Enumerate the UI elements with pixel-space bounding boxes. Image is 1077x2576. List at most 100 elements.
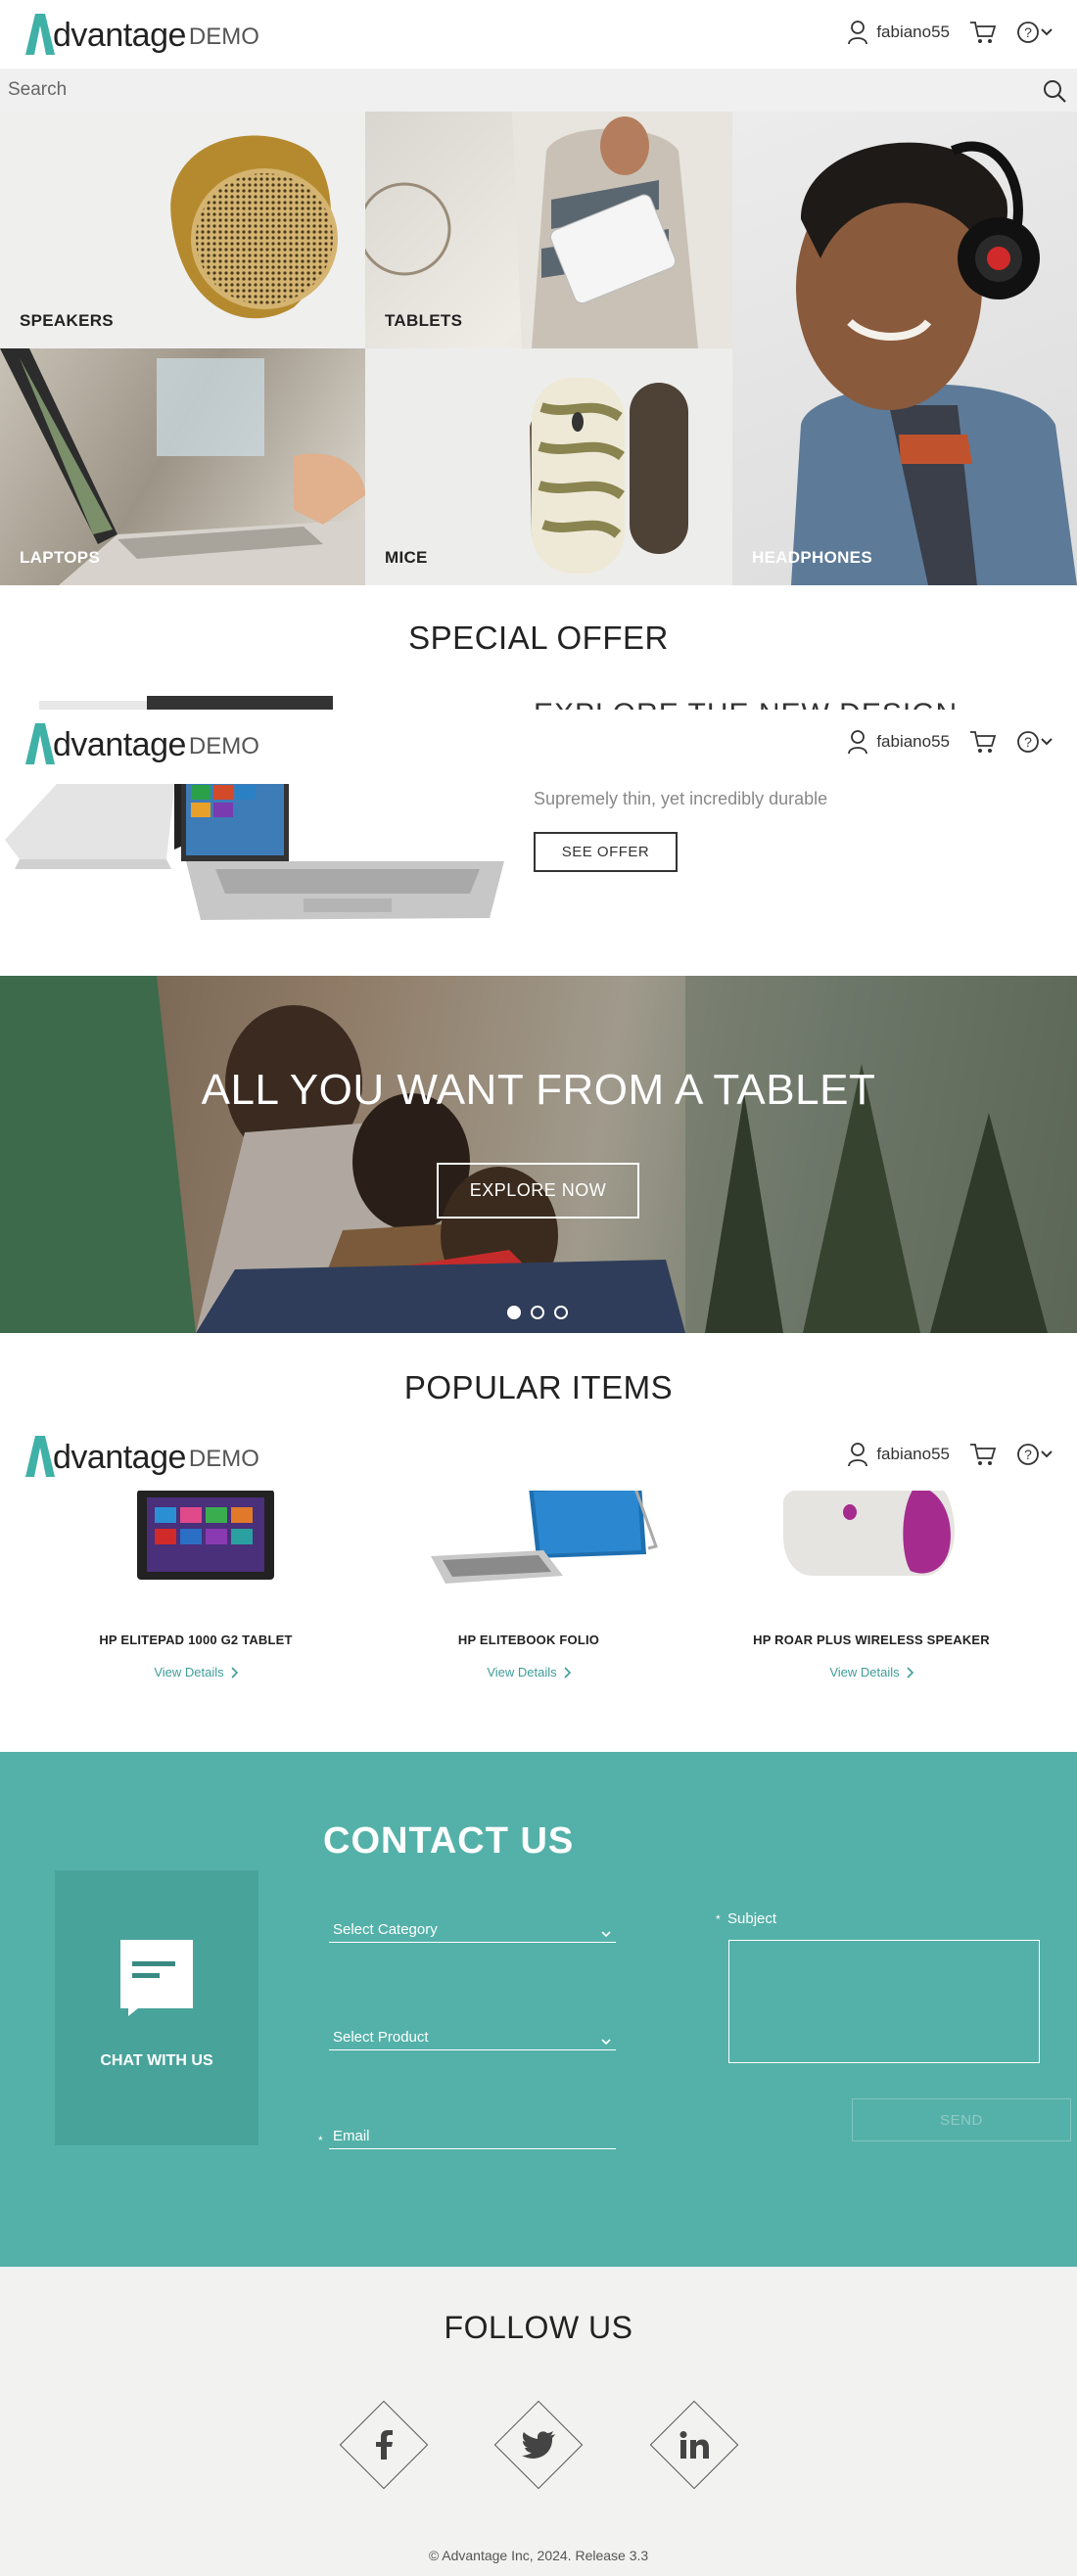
offer-subtitle: Supremely thin, yet incredibly durable (534, 789, 828, 808)
carousel-dot-3[interactable] (554, 1306, 568, 1319)
special-offer-title: SPECIAL OFFER (408, 620, 669, 656)
headphones-image (791, 141, 1077, 585)
subject-textarea[interactable] (728, 1940, 1040, 2063)
header-actions: fabiano55 ? (847, 1442, 1054, 1467)
select-product-label: Select Product (333, 2029, 429, 2046)
chat-label: CHAT WITH US (100, 2052, 213, 2069)
category-mice[interactable]: MICE (365, 348, 732, 585)
site-header: dvantage DEMO fabiano55 ? (0, 0, 1077, 69)
required-marker: * (716, 1912, 721, 1926)
carousel-dot-2[interactable] (531, 1306, 544, 1319)
search-icon[interactable] (1042, 78, 1067, 104)
select-product-dropdown[interactable]: Select Product (329, 2021, 616, 2050)
logo-mark-icon (25, 1436, 55, 1477)
view-details-label: View Details (154, 1665, 224, 1679)
category-headphones[interactable]: HEADPHONES (732, 112, 1077, 585)
twitter-icon (522, 2431, 555, 2459)
username: fabiano55 (876, 23, 950, 41)
twitter-link[interactable] (493, 2400, 584, 2490)
chevron-down-icon (1041, 738, 1053, 746)
svg-text:?: ? (1024, 24, 1032, 40)
follow-title: FOLLOW US (444, 2310, 633, 2345)
username: fabiano55 (876, 732, 950, 751)
user-menu[interactable]: fabiano55 (847, 20, 950, 45)
page: dvantage DEMO fabiano55 ? Search SPEAKER… (0, 0, 1077, 2576)
chevron-right-icon (907, 1666, 913, 1679)
tablet-product-image (39, 1478, 352, 1586)
view-details-link[interactable]: View Details (154, 1665, 238, 1679)
category-label: HEADPHONES (752, 548, 872, 567)
cart-icon[interactable] (969, 1442, 997, 1467)
follow-section: FOLLOW US © Advantage Inc, 2024. Release… (0, 2267, 1077, 2576)
cart-icon[interactable] (969, 20, 997, 45)
popular-items-title: POPULAR ITEMS (403, 1369, 674, 1405)
required-marker: * (318, 2134, 323, 2147)
chevron-down-icon (601, 2039, 611, 2046)
svg-text:?: ? (1024, 1447, 1032, 1462)
see-offer-button[interactable]: SEE OFFER (534, 832, 678, 872)
speaker-product-image (715, 1478, 1028, 1586)
category-laptops[interactable]: LAPTOPS (0, 348, 365, 585)
popular-item: HP ELITEPAD 1000 G2 TABLET View Details (39, 1478, 352, 1681)
logo-mark-icon (25, 14, 55, 55)
hero-image (0, 976, 1077, 1333)
logo-demo: DEMO (188, 23, 259, 50)
search-input[interactable] (8, 69, 1016, 112)
subject-label: Subject (727, 1910, 777, 1927)
site-header-repeat: dvantage DEMO fabiano55 ? (0, 710, 1077, 784)
logo-word: dvantage (53, 1439, 186, 1476)
view-details-link[interactable]: View Details (487, 1665, 571, 1679)
facebook-icon (376, 2430, 393, 2460)
category-label: TABLETS (385, 311, 463, 330)
category-speakers[interactable]: SPEAKERS (0, 112, 365, 348)
user-icon (848, 730, 868, 755)
user-icon (848, 1443, 868, 1467)
logo[interactable]: dvantage DEMO (22, 1434, 259, 1479)
chevron-down-icon (1041, 1450, 1053, 1458)
contact-title: CONTACT US (323, 1820, 575, 1862)
logo[interactable]: dvantage DEMO (22, 721, 259, 766)
item-name: HP ROAR PLUS WIRELESS SPEAKER (753, 1633, 990, 1647)
carousel-dot-1[interactable] (507, 1306, 521, 1319)
logo-word: dvantage (53, 726, 186, 763)
view-details-label: View Details (829, 1665, 900, 1679)
item-name: HP ELITEBOOK FOLIO (457, 1633, 600, 1647)
chat-bubble-icon (120, 1940, 193, 2016)
item-name: HP ELITEPAD 1000 G2 TABLET (99, 1633, 293, 1647)
chevron-down-icon (601, 1931, 611, 1938)
copyright: © Advantage Inc, 2024. Release 3.3 (428, 2548, 649, 2563)
email-label: Email (333, 2128, 370, 2144)
chat-with-us-button[interactable]: CHAT WITH US (55, 1870, 258, 2145)
view-details-link[interactable]: View Details (829, 1665, 913, 1679)
category-label: SPEAKERS (20, 311, 114, 330)
chevron-right-icon (564, 1666, 571, 1679)
svg-text:?: ? (1024, 734, 1032, 750)
help-icon: ? (1017, 22, 1039, 43)
logo[interactable]: dvantage DEMO (22, 12, 259, 57)
explore-now-button[interactable]: EXPLORE NOW (437, 1163, 639, 1219)
logo-word: dvantage (53, 17, 186, 54)
chevron-right-icon (231, 1666, 238, 1679)
linkedin-link[interactable] (649, 2400, 739, 2490)
facebook-link[interactable] (339, 2400, 429, 2490)
header-actions: fabiano55 ? (847, 20, 1054, 45)
hero-banner: ALL YOU WANT FROM A TABLET EXPLORE NOW (0, 976, 1077, 1333)
help-menu[interactable]: ? (1016, 730, 1054, 754)
logo-demo: DEMO (188, 733, 259, 759)
help-icon: ? (1017, 731, 1039, 753)
user-menu[interactable]: fabiano55 (847, 1442, 950, 1467)
help-menu[interactable]: ? (1016, 1443, 1054, 1466)
help-menu[interactable]: ? (1016, 21, 1054, 44)
category-label: MICE (385, 548, 428, 567)
email-field[interactable]: Email (329, 2120, 616, 2149)
carousel-dots (507, 1306, 568, 1319)
chevron-down-icon (1041, 28, 1053, 36)
send-button[interactable]: SEND (852, 2098, 1071, 2141)
category-tablets[interactable]: TABLETS (365, 112, 732, 348)
select-category-dropdown[interactable]: Select Category (329, 1913, 616, 1943)
user-menu[interactable]: fabiano55 (847, 729, 950, 755)
help-icon: ? (1017, 1444, 1039, 1465)
cart-icon[interactable] (969, 729, 997, 755)
laptop-product-image (372, 1478, 685, 1586)
contact-section: CONTACT US CHAT WITH US Select Category … (0, 1752, 1077, 2267)
